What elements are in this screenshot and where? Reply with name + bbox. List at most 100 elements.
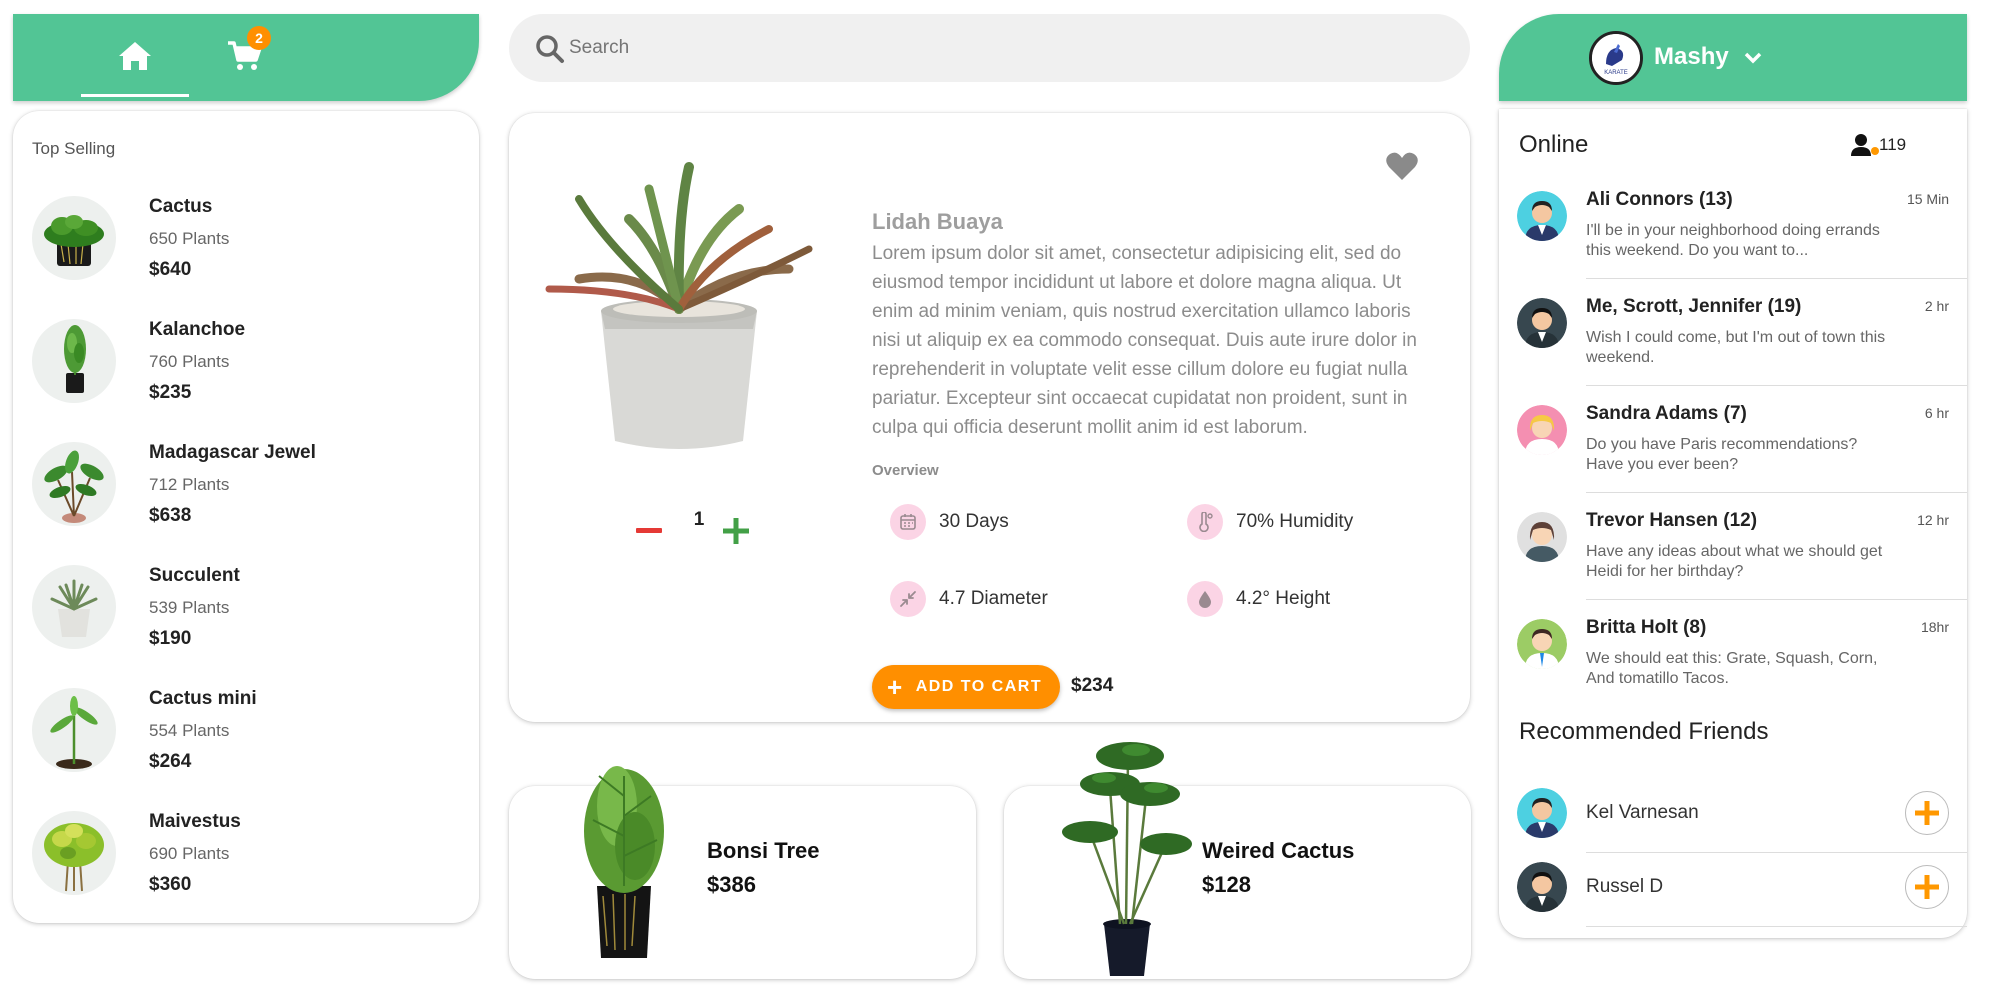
message-item[interactable]: Me, Scrott, Jennifer (19) 2 hr Wish I co… [1499, 284, 1967, 391]
active-tab-indicator [81, 94, 189, 97]
recommended-product-price: $386 [707, 872, 756, 897]
item-name: Madagascar Jewel [149, 442, 316, 463]
divider [1586, 385, 1967, 386]
message-item[interactable]: Britta Holt (8) 18hr We should eat this:… [1499, 605, 1967, 712]
item-count: 760 Plants [149, 352, 230, 371]
top-selling-item[interactable]: Kalanchoe 760 Plants $235 [32, 319, 472, 442]
overview-text: 4.7 Diameter [939, 588, 1048, 609]
top-nav-bar: 2 [13, 14, 479, 101]
compress-arrows-icon [890, 581, 926, 617]
home-icon [119, 42, 151, 70]
message-sender: Trevor Hansen (12) [1586, 510, 1758, 531]
product-description: Lorem ipsum dolor sit amet, consectetur … [872, 243, 1417, 438]
overview-item: 4.7 Diameter [890, 579, 1048, 619]
product-name: Lidah Buaya [872, 209, 1003, 234]
recommended-product-card[interactable]: Weired Cactus $128 [1004, 742, 1471, 979]
top-selling-item[interactable]: Cactus 650 Plants $640 [32, 196, 472, 319]
search-bar[interactable] [509, 14, 1470, 82]
avatar [1517, 788, 1567, 838]
thermometer-icon [1187, 504, 1223, 540]
overview-item: 4.2° Height [1187, 579, 1330, 619]
avatar [1517, 298, 1567, 348]
message-sender: Sandra Adams (7) [1586, 403, 1747, 424]
top-selling-item[interactable]: Madagascar Jewel 712 Plants $638 [32, 442, 472, 565]
overview-text: 4.2° Height [1236, 588, 1331, 609]
increase-quantity-button[interactable] [722, 517, 750, 545]
avatar [1517, 191, 1567, 241]
message-item[interactable]: Trevor Hansen (12) 12 hr Have any ideas … [1499, 498, 1967, 605]
cart-count-badge: 2 [247, 26, 271, 50]
product-image [584, 766, 664, 958]
item-count: 650 Plants [149, 229, 230, 248]
message-preview: Do you have Paris recommendations? Have … [1586, 436, 1858, 473]
item-name: Maivestus [149, 811, 241, 832]
divider [1586, 926, 1967, 927]
plus-icon [1915, 801, 1939, 825]
calendar-icon [890, 504, 926, 540]
message-preview: We should eat this: Grate, Squash, Corn,… [1586, 650, 1878, 687]
add-friend-button[interactable] [1905, 791, 1949, 835]
overview-item: 30 Days [890, 502, 1009, 542]
message-time: 6 hr [1924, 405, 1949, 421]
online-title: Online [1519, 131, 1589, 158]
item-count: 712 Plants [149, 475, 230, 494]
avatar [1517, 512, 1567, 562]
message-item[interactable]: Ali Connors (13) 15 Min I'll be in your … [1499, 177, 1967, 284]
svg-text:KARATE: KARATE [1604, 70, 1628, 76]
overview-label: Overview [872, 462, 939, 479]
recommended-product-name: Bonsi Tree [707, 838, 820, 863]
item-name: Cactus [149, 196, 213, 217]
cart-tab[interactable]: 2 [213, 14, 277, 98]
plus-icon [1915, 875, 1939, 899]
user-online-icon [1851, 134, 1879, 156]
item-price: $638 [149, 505, 192, 526]
divider [1586, 278, 1967, 279]
item-name: Cactus mini [149, 688, 257, 709]
message-time: 18hr [1920, 619, 1949, 635]
friend-suggestion: Kel Varnesan [1499, 778, 1967, 851]
message-preview: I'll be in your neighborhood doing erran… [1586, 222, 1880, 259]
home-tab[interactable] [81, 14, 189, 98]
message-preview: Have any ideas about what we should get … [1586, 543, 1883, 580]
decrease-quantity-button[interactable] [635, 517, 663, 545]
friend-suggestion: Russel D [1499, 852, 1967, 925]
plant-thumbnail [32, 565, 116, 649]
chevron-down-icon[interactable] [1741, 46, 1765, 70]
add-friend-button[interactable] [1905, 865, 1949, 909]
add-to-cart-label: ADD TO CART [915, 678, 1043, 695]
product-price: $234 [1071, 675, 1114, 696]
add-to-cart-button[interactable]: + ADD TO CART [872, 665, 1060, 709]
message-preview: Wish I could come, but I'm out of town t… [1586, 329, 1886, 366]
product-image [1062, 742, 1192, 976]
social-panel: Online 119 Ali Connors (13) 15 Min I'll … [1499, 109, 1967, 938]
message-sender: Me, Scrott, Jennifer (19) [1586, 296, 1802, 317]
divider [1586, 492, 1967, 493]
plant-thumbnail [32, 196, 116, 280]
product-image [545, 162, 813, 449]
item-count: 554 Plants [149, 721, 230, 740]
avatar [1517, 862, 1567, 912]
item-name: Succulent [149, 565, 240, 586]
message-item[interactable]: Sandra Adams (7) 6 hr Do you have Paris … [1499, 391, 1967, 498]
item-price: $235 [149, 382, 192, 403]
item-count: 539 Plants [149, 598, 230, 617]
top-selling-panel: Top Selling Cactus 650 Plants $640 Kalan… [13, 111, 479, 923]
top-selling-item[interactable]: Succulent 539 Plants $190 [32, 565, 472, 688]
search-input[interactable] [569, 28, 1429, 68]
user-header[interactable]: KARATE Mashy [1499, 14, 1967, 101]
favorite-heart-icon[interactable] [1385, 151, 1419, 181]
recommended-product-card[interactable]: Bonsi Tree $386 [509, 766, 976, 979]
quantity-value: 1 [693, 509, 705, 530]
top-selling-item[interactable]: Cactus mini 554 Plants $264 [32, 688, 472, 811]
overview-text: 30 Days [939, 511, 1009, 532]
online-count-value: 119 [1879, 135, 1907, 154]
item-count: 690 Plants [149, 844, 230, 863]
user-name: Mashy [1654, 43, 1729, 70]
top-selling-title: Top Selling [32, 139, 116, 158]
recommended-product-price: $128 [1202, 872, 1251, 897]
top-selling-item[interactable]: Maivestus 690 Plants $360 [32, 811, 472, 934]
plant-thumbnail [32, 319, 116, 403]
message-sender: Ali Connors (13) [1586, 189, 1733, 210]
overview-text: 70% Humidity [1236, 511, 1354, 532]
plant-thumbnail [32, 442, 116, 526]
